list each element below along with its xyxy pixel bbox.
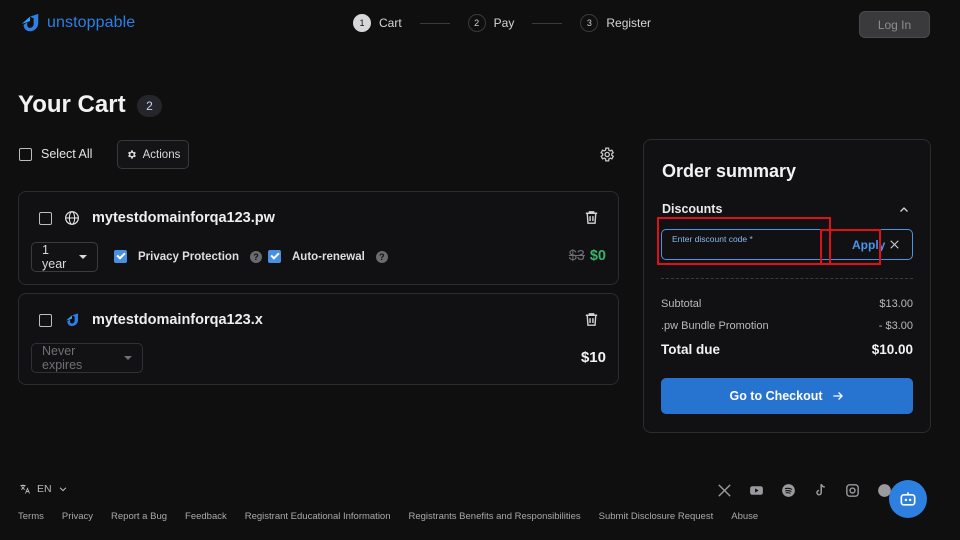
total-value: $10.00 [871,342,913,357]
select-all-checkbox[interactable]: Select All [19,147,92,161]
discounted-price: $0 [589,248,606,264]
footer-link-registrant-info[interactable]: Registrant Educational Information [245,511,391,522]
step-cart: 1 Cart [353,14,402,32]
term-select[interactable]: 1 year [31,242,98,272]
term-select: Never expires [31,343,143,373]
item-checkbox[interactable] [39,313,52,327]
social-links [716,482,893,499]
page-title: Your Cart [18,91,126,118]
unstoppable-logo-icon [66,313,78,326]
original-price: $3 [568,248,585,264]
footer-link-report-bug[interactable]: Report a Bug [111,511,167,522]
step-divider [532,22,563,24]
subtotal-row: Subtotal $13.00 [661,298,913,310]
line-value: $13.00 [879,298,913,310]
step-number: 2 [467,14,486,32]
brand-name: unstoppable [47,14,136,31]
instagram-icon[interactable] [844,482,861,499]
settings-gear-icon[interactable] [598,146,615,163]
help-icon[interactable]: ? [249,250,262,263]
footer-link-terms[interactable]: Terms [18,511,44,522]
step-number: 3 [580,14,599,32]
domain-name: mytestdomainforqa123.pw [92,210,275,226]
footer-link-abuse[interactable]: Abuse [731,511,758,522]
domain-name: mytestdomainforqa123.x [92,312,263,328]
total-row: Total due $10.00 [661,342,913,357]
cart-count-badge: 2 [137,95,162,117]
highlight-box [820,229,881,265]
order-summary-panel: Order summary Discounts Enter discount c… [643,139,931,433]
step-label: Cart [379,16,402,30]
chevron-up-icon[interactable] [898,204,910,216]
select-all-label: Select All [41,147,93,161]
item-checkbox[interactable] [39,211,52,225]
language-code: EN [37,483,52,495]
item-price: $10 [580,349,606,366]
youtube-icon[interactable] [748,482,765,499]
step-divider [419,22,450,24]
step-number: 1 [353,14,371,32]
arrow-right-icon [832,392,843,400]
gear-icon [127,150,136,159]
chevron-down-icon [79,255,87,259]
line-label: Subtotal [661,298,702,310]
x-icon[interactable] [716,482,733,499]
brand-logo[interactable]: unstoppable [19,12,135,34]
footer-links: Terms Privacy Report a Bug Feedback Regi… [18,511,758,522]
auto-renewal-label: Auto-renewal [292,250,365,263]
language-selector[interactable]: EN [19,483,68,495]
term-value: Never expires [42,344,83,372]
auto-renewal-checkbox[interactable] [268,250,281,263]
checkout-button[interactable]: Go to Checkout [661,378,913,414]
chat-assistant-button[interactable] [889,480,927,518]
step-label: Register [606,16,652,30]
globe-icon [65,211,79,225]
robot-icon [900,492,916,506]
close-icon[interactable] [888,238,901,251]
step-pay: 2 Pay [467,14,515,32]
total-label: Total due [661,342,720,357]
actions-label: Actions [142,148,181,161]
summary-title: Order summary [662,161,797,181]
privacy-checkbox[interactable] [114,250,127,263]
line-label: .pw Bundle Promotion [661,320,769,332]
translate-icon [20,484,30,494]
promotion-row: .pw Bundle Promotion - $3.00 [661,320,913,332]
checkbox[interactable] [19,147,32,161]
checkout-steps: 1 Cart 2 Pay 3 Register [353,14,651,32]
cart-item: mytestdomainforqa123.pw 1 year Privacy P… [18,191,619,285]
tiktok-icon[interactable] [812,482,829,499]
privacy-label: Privacy Protection [138,250,239,263]
footer-link-registrant-benefits[interactable]: Registrants Benefits and Responsibilitie… [409,511,581,522]
discounts-label: Discounts [662,202,723,216]
unstoppable-logo-icon [21,13,39,32]
footer-link-disclosure[interactable]: Submit Disclosure Request [599,511,714,522]
chevron-down-icon [124,356,132,360]
step-label: Pay [493,16,515,30]
trash-icon[interactable] [583,209,600,226]
help-icon[interactable]: ? [375,250,388,263]
spotify-icon[interactable] [780,482,797,499]
cart-item: mytestdomainforqa123.x Never expires $10 [18,293,619,385]
term-value: 1 year [42,243,67,271]
divider [661,278,913,279]
line-value: - $3.00 [878,320,913,332]
trash-icon[interactable] [583,311,600,328]
login-button[interactable]: Log In [859,11,930,38]
checkout-label: Go to Checkout [729,389,823,403]
footer-link-feedback[interactable]: Feedback [185,511,227,522]
chevron-down-icon [59,487,66,492]
actions-button[interactable]: Actions [117,140,189,169]
highlight-box [657,217,831,265]
step-register: 3 Register [580,14,651,32]
footer-link-privacy[interactable]: Privacy [62,511,93,522]
